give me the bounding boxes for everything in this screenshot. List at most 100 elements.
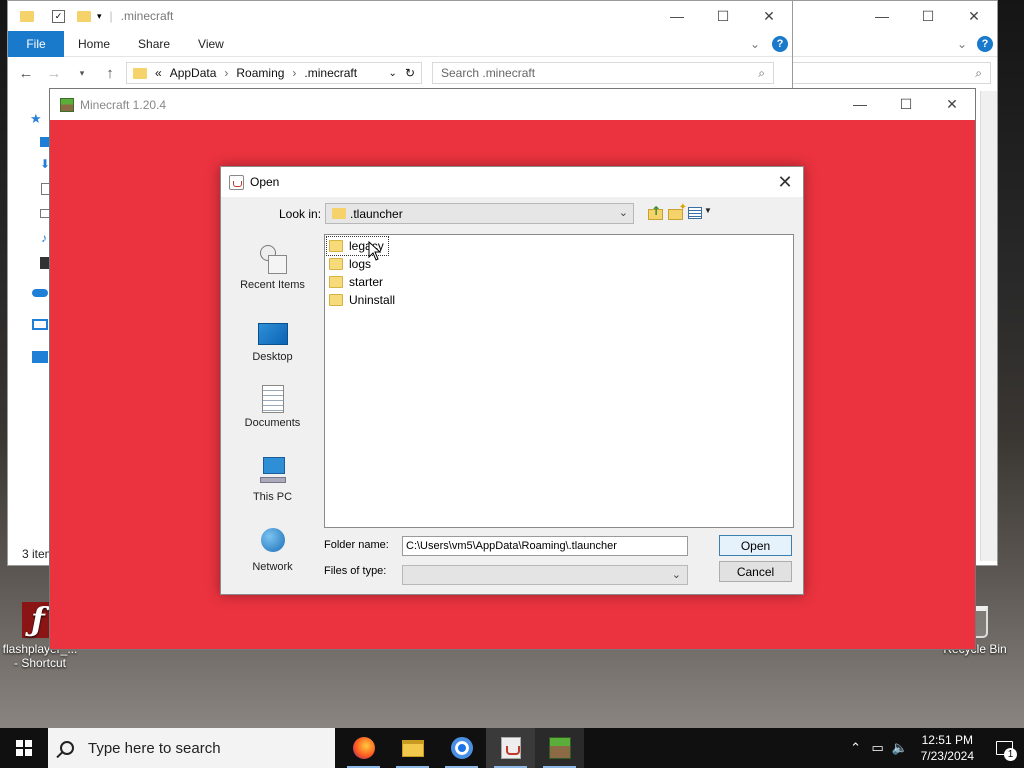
onedrive-icon[interactable] [32,289,48,297]
taskbar-file-explorer[interactable] [388,728,437,768]
window-title: .minecraft [120,9,174,23]
folder-icon [332,208,346,219]
address-bar[interactable]: « AppData › Roaming › .minecraft ⌄ ↻ [126,62,422,84]
search-icon: ⌕ [975,65,982,80]
address-dropdown-icon[interactable]: ⌄ [389,68,397,79]
tab-share[interactable]: Share [124,37,184,51]
breadcrumb-appdata[interactable]: AppData [170,66,217,80]
create-new-folder-icon[interactable]: ✦ [667,202,687,222]
maximize-button[interactable]: ☐ [700,1,746,31]
start-button[interactable] [0,728,48,768]
folder-icon [20,10,34,22]
windows-logo-icon [16,740,32,756]
files-of-type-dropdown[interactable]: ⌄ [402,565,688,585]
music-nav-icon[interactable]: ♪ [41,231,47,245]
place-network[interactable]: Network [228,527,317,573]
navigation-pane: ★ ⬇ ♪ [8,91,50,531]
clock-date: 7/23/2024 [920,749,974,763]
breadcrumb-overflow[interactable]: « [155,66,162,80]
search-box[interactable]: Search .minecraft ⌕ [432,62,774,84]
cancel-button[interactable]: Cancel [719,561,792,582]
look-in-dropdown[interactable]: .tlauncher ⌄ [325,203,634,224]
recent-locations-icon[interactable]: ▾ [70,68,94,79]
tab-file[interactable]: File [8,30,64,57]
place-label: Documents [244,417,301,429]
clock[interactable]: 12:51 PM 7/23/2024 [911,732,984,764]
scrollbar[interactable] [980,91,997,561]
minimize-button[interactable]: — [654,1,700,31]
maximize-button[interactable]: ☐ [905,1,951,31]
close-button[interactable]: ✕ [951,1,997,31]
forward-arrow-icon[interactable]: → [42,65,66,82]
taskbar-firefox[interactable] [339,728,388,768]
chevron-down-icon: ⌄ [618,207,628,219]
minimize-button[interactable]: — [837,89,883,119]
look-in-label: Look in: [279,207,322,221]
search-box-back[interactable]: ⌕ [791,62,991,84]
dialog-close-button[interactable]: ✕ [773,170,797,194]
close-button[interactable]: ✕ [929,89,975,119]
taskbar-chrome[interactable] [437,728,486,768]
refresh-icon[interactable]: ↻ [405,66,415,80]
up-arrow-icon[interactable]: ↑ [98,65,122,82]
folder-name-input[interactable] [402,536,688,556]
taskbar-minecraft[interactable] [535,728,584,768]
properties-icon[interactable]: ✓ [52,9,65,23]
show-hidden-icons-chevron-icon[interactable]: ⌃ [845,740,867,756]
place-this-pc[interactable]: This PC [228,457,317,503]
minimize-button[interactable]: — [859,1,905,31]
open-dialog[interactable]: Open ✕ Look in: .tlauncher ⌄ ↑ ✦ ▼ Recen… [220,166,804,595]
ribbon-expand-icon[interactable]: ⌄ [750,37,760,51]
firefox-icon [352,737,375,759]
star-icon[interactable]: ★ [30,111,42,127]
file-list[interactable]: legacy logs starter Uninstall [324,234,794,528]
view-menu-icon[interactable]: ▼ [688,204,712,222]
file-name: starter [349,275,384,289]
place-recent-items[interactable]: Recent Items [228,245,317,291]
new-folder-icon[interactable] [77,10,91,22]
search-input[interactable]: Search .minecraft [441,66,535,80]
search-icon [60,741,74,755]
folder-icon [329,258,343,270]
breadcrumb-roaming[interactable]: Roaming [236,66,284,80]
place-label: Recent Items [240,279,305,291]
place-label: This PC [252,491,293,503]
taskbar-java[interactable] [486,728,535,768]
search-icon: ⌕ [758,65,765,80]
list-item[interactable]: Uninstall [327,291,399,309]
dialog-title-bar[interactable]: Open ✕ [221,167,803,197]
up-one-level-icon[interactable]: ↑ [647,204,665,222]
documents-icon [261,385,284,413]
tab-home[interactable]: Home [64,37,124,51]
notification-center-button[interactable]: 1 [984,728,1024,768]
taskbar-search-placeholder: Type here to search [88,739,221,757]
places-bar: Recent Items Desktop Documents This PC N… [228,233,317,582]
back-arrow-icon[interactable]: ← [14,65,38,82]
taskbar-search[interactable]: Type here to search [48,728,335,768]
chrome-icon [450,737,473,759]
volume-icon[interactable]: 🔈 [889,740,911,756]
network-icon[interactable]: ▭ [867,740,889,756]
list-item[interactable]: starter [327,273,387,291]
place-desktop[interactable]: Desktop [228,319,317,363]
breadcrumb-minecraft[interactable]: .minecraft [304,66,357,80]
close-button[interactable]: ✕ [746,1,792,31]
folder-icon [329,240,343,252]
tab-view[interactable]: View [184,37,238,51]
place-documents[interactable]: Documents [228,385,317,429]
minecraft-title-bar[interactable]: Minecraft 1.20.4 — ☐ ✕ [50,89,975,120]
chevron-down-icon[interactable]: ⌄ [957,37,967,51]
network-icon [258,527,288,557]
desktop: — ☐ ✕ ⌄ ? ⌕ ✓ ▾ | .minecraft — ☐ ✕ File … [0,0,1024,728]
maximize-button[interactable]: ☐ [883,89,929,119]
network-nav-icon[interactable] [32,351,48,363]
help-icon[interactable]: ? [977,35,993,52]
clock-time: 12:51 PM [921,733,973,747]
help-icon[interactable]: ? [772,35,788,52]
dialog-title: Open [250,175,280,189]
this-pc-nav-icon[interactable] [32,319,48,330]
folder-icon [329,294,343,306]
quick-access-dropdown-icon[interactable]: ▾ [97,11,102,22]
open-button[interactable]: Open [719,535,792,556]
mouse-cursor-icon [368,241,382,261]
